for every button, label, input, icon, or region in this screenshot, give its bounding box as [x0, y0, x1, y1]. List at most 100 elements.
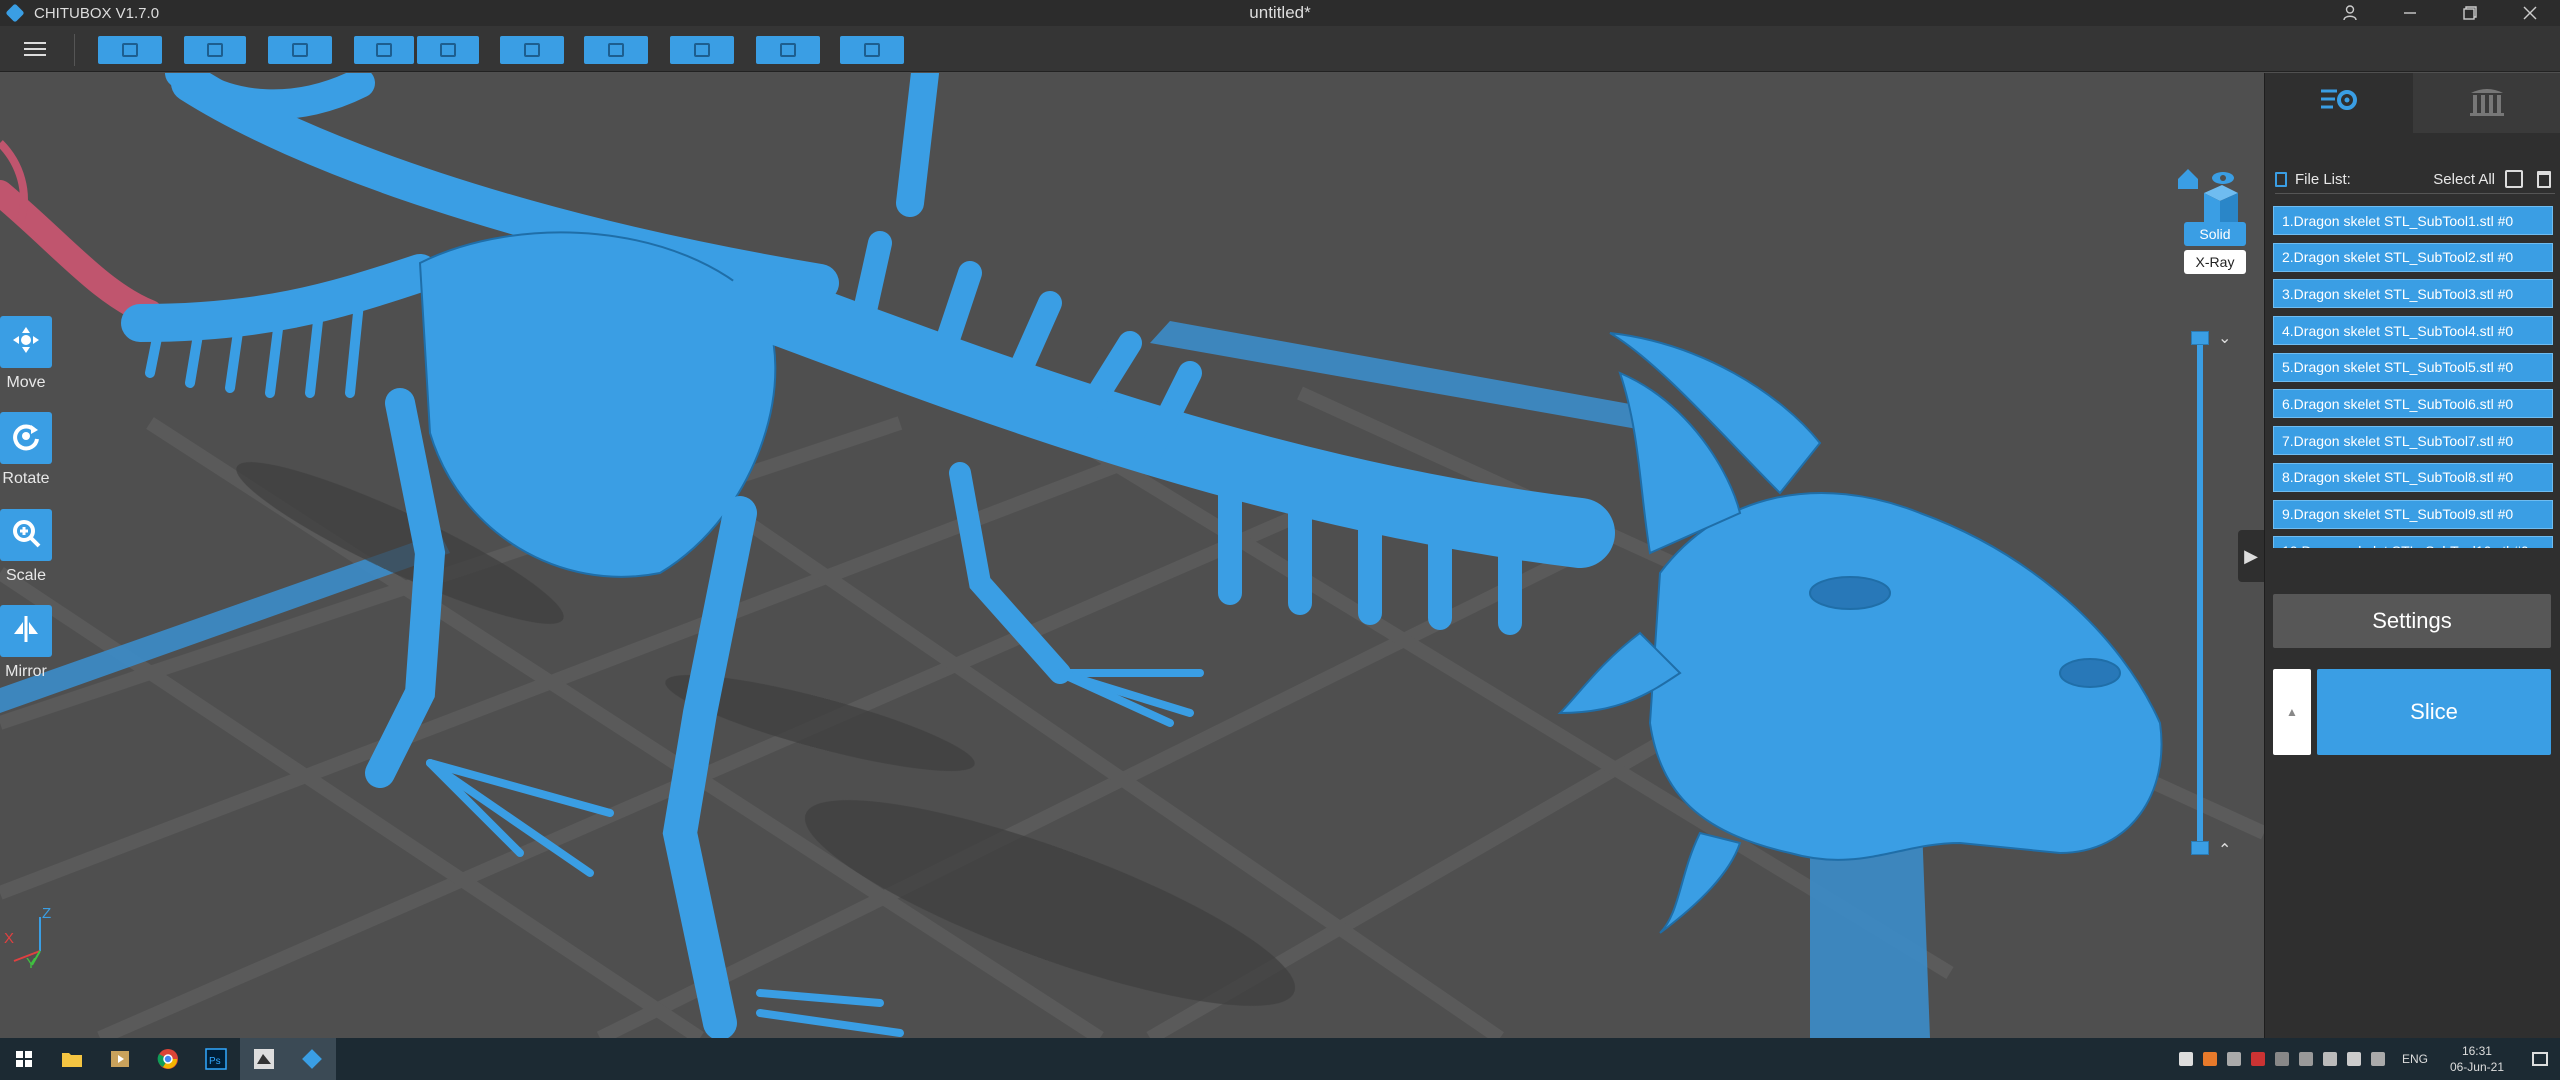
- file-list-label: File List:: [2295, 170, 2351, 188]
- mirror-label: Mirror: [5, 663, 47, 680]
- file-list-item[interactable]: 9.Dragon skelet STL_SubTool9.stl #0: [2273, 499, 2553, 529]
- tray-app-icon[interactable]: [2226, 1052, 2241, 1066]
- slice-button[interactable]: Slice: [2317, 669, 2551, 755]
- file-settings-icon: [2319, 86, 2359, 121]
- eye-icon[interactable]: [2212, 172, 2234, 184]
- photoshop-icon[interactable]: Ps: [192, 1038, 240, 1080]
- select-all-label: Select All: [2433, 170, 2495, 188]
- clock[interactable]: 16:31 06-Jun-21: [2450, 1043, 2504, 1075]
- layer-slider-top-knob[interactable]: [2191, 331, 2209, 345]
- home-view-icon[interactable]: [2178, 169, 2198, 189]
- layout-icon[interactable]: [584, 36, 648, 64]
- clock-date: 06-Jun-21: [2449, 1060, 2504, 1074]
- file-list-item[interactable]: 1.Dragon skelet STL_SubTool1.stl #0: [2273, 206, 2553, 235]
- panel-collapse-arrow[interactable]: ▶: [2238, 530, 2264, 582]
- pen-icon[interactable]: [2346, 1052, 2361, 1066]
- tray-app-icon[interactable]: [2274, 1052, 2289, 1066]
- move-tool-button[interactable]: [0, 316, 52, 368]
- app-name: CHITUBOX V1.7.0: [34, 4, 160, 22]
- file-icon: [2275, 171, 2287, 187]
- file-explorer-icon[interactable]: [48, 1038, 96, 1080]
- settings-button[interactable]: Settings: [2273, 594, 2551, 648]
- notification-icon[interactable]: [2532, 1052, 2548, 1066]
- media-player-icon[interactable]: [96, 1038, 144, 1080]
- undo-icon[interactable]: [354, 36, 414, 64]
- move-label: Move: [6, 374, 46, 391]
- file-list-item[interactable]: 4.Dragon skelet STL_SubTool4.stl #0: [2273, 316, 2553, 346]
- scale-tool-button[interactable]: [0, 509, 52, 561]
- main-toolbar: [0, 26, 2560, 72]
- trash-icon[interactable]: [2537, 170, 2551, 188]
- move-icon: [11, 325, 41, 360]
- zbrush-icon[interactable]: [240, 1038, 288, 1080]
- mirror-tool-button[interactable]: [0, 605, 52, 657]
- axis-z-label: Z: [42, 905, 52, 922]
- 3d-viewport[interactable]: Move Rotate Scale Mirror Solid X-Ray ⌄ ⌃…: [0, 73, 2264, 1038]
- scene-canvas: [0, 73, 2264, 1038]
- file-list-item[interactable]: 5.Dragon skelet STL_SubTool5.stl #0: [2273, 352, 2553, 382]
- chitubox-icon[interactable]: [288, 1038, 336, 1080]
- hamburger-menu-icon[interactable]: [24, 38, 46, 58]
- windows-start-icon[interactable]: [0, 1038, 48, 1080]
- layer-slider-track[interactable]: [2197, 338, 2203, 848]
- chevron-down-icon[interactable]: ⌄: [2218, 328, 2231, 348]
- tab-file-settings[interactable]: [2265, 73, 2413, 133]
- open-file-icon[interactable]: [98, 36, 162, 64]
- support-icon[interactable]: [840, 36, 904, 64]
- support-pillars-icon: [2467, 85, 2507, 122]
- import-icon[interactable]: [268, 36, 332, 64]
- tab-supports[interactable]: [2413, 73, 2560, 133]
- rotate-label: Rotate: [2, 470, 50, 487]
- chevron-up-icon[interactable]: ⌃: [2218, 840, 2231, 860]
- mirror-icon: [11, 614, 41, 649]
- language-indicator[interactable]: ENG: [2402, 1052, 2428, 1066]
- file-list-item[interactable]: 7.Dragon skelet STL_SubTool7.stl #0: [2273, 426, 2553, 456]
- svg-text:Ps: Ps: [209, 1056, 221, 1067]
- network-icon[interactable]: [2322, 1052, 2337, 1066]
- user-icon[interactable]: [2320, 0, 2380, 26]
- file-list-header: File List: Select All: [2275, 168, 2551, 190]
- chevron-up-icon[interactable]: [2370, 1052, 2385, 1066]
- xray-view-button[interactable]: X-Ray: [2184, 250, 2246, 274]
- scale-icon: [11, 518, 41, 553]
- clock-time: 16:31: [2461, 1044, 2492, 1058]
- redo-icon[interactable]: [417, 36, 479, 64]
- select-all-checkbox[interactable]: [2505, 170, 2523, 188]
- file-list-item[interactable]: 2.Dragon skelet STL_SubTool2.stl #0: [2273, 242, 2553, 272]
- chitubox-logo-icon: [5, 3, 25, 23]
- hollow-icon[interactable]: [670, 36, 734, 64]
- rotate-tool-button[interactable]: [0, 412, 52, 464]
- slice-options-button[interactable]: ▲: [2273, 669, 2311, 755]
- tray-app-icon[interactable]: [2178, 1052, 2193, 1066]
- chrome-icon[interactable]: [144, 1038, 192, 1080]
- file-list-item[interactable]: 3.Dragon skelet STL_SubTool3.stl #0: [2273, 279, 2553, 309]
- rotate-icon: [11, 421, 41, 456]
- side-panel-tabs: [2265, 73, 2560, 133]
- toolbar-divider: [74, 34, 75, 66]
- save-icon[interactable]: [184, 36, 246, 64]
- system-tray: ENG 16:31 06-Jun-21: [2174, 1038, 2560, 1080]
- file-list-item[interactable]: 6.Dragon skelet STL_SubTool6.stl #0: [2273, 389, 2553, 419]
- speaker-icon[interactable]: [2298, 1052, 2313, 1066]
- layer-slider-bottom-knob[interactable]: [2191, 841, 2209, 855]
- file-list-divider: [2275, 193, 2555, 194]
- tray-app-icon[interactable]: [2250, 1052, 2265, 1066]
- restore-icon[interactable]: [2440, 0, 2500, 26]
- drill-icon[interactable]: [756, 36, 820, 64]
- window-controls: [2320, 0, 2560, 26]
- scale-label: Scale: [5, 567, 47, 584]
- close-icon[interactable]: [2500, 0, 2560, 26]
- right-side-panel: File List: Select All 1.Dragon skelet ST…: [2264, 73, 2560, 1038]
- copy-icon[interactable]: [500, 36, 564, 64]
- file-list-item[interactable]: 8.Dragon skelet STL_SubTool8.stl #0: [2273, 462, 2553, 492]
- title-bar: CHITUBOX V1.7.0 untitled*: [0, 0, 2560, 26]
- file-list-item[interactable]: 10.Dragon skelet STL_SubTool10.stl #0: [2273, 536, 2553, 548]
- file-list: 1.Dragon skelet STL_SubTool1.stl #0 2.Dr…: [2273, 206, 2553, 548]
- tray-app-icon[interactable]: [2202, 1052, 2217, 1066]
- windows-taskbar: Ps ENG 16:31 06-Jun-21: [0, 1038, 2560, 1080]
- axis-x-label: X: [4, 930, 15, 947]
- caret-up-icon: ▲: [2286, 705, 2298, 719]
- solid-view-button[interactable]: Solid: [2184, 222, 2246, 246]
- document-title: untitled*: [1249, 3, 1311, 22]
- minimize-icon[interactable]: [2380, 0, 2440, 26]
